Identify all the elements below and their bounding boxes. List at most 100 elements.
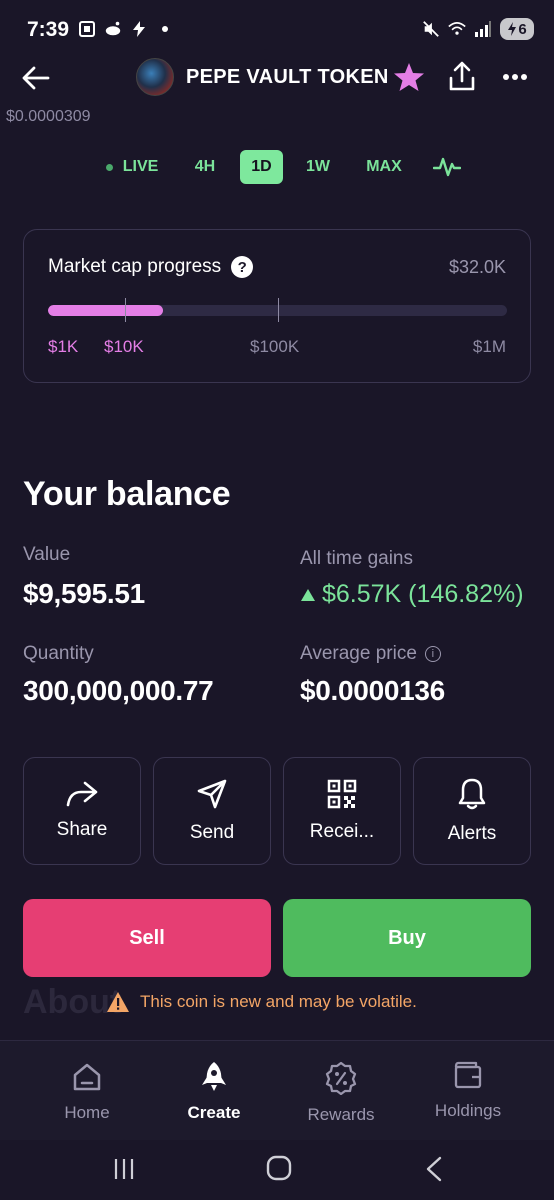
timeframe-tabs: LIVE 4H 1D 1W MAX — [0, 150, 554, 184]
tab-max-label: MAX — [366, 158, 402, 175]
battery-level: 6 — [518, 20, 527, 38]
value-amount: $9,595.51 — [23, 578, 145, 609]
share-arrow-icon — [66, 781, 98, 807]
mc-label-10k: $10K — [104, 337, 144, 356]
wifi-icon — [448, 20, 466, 38]
nav-rewards[interactable]: Rewards — [286, 1061, 396, 1125]
recent-apps-icon — [114, 1159, 134, 1179]
receive-action-button[interactable]: Recei... — [283, 757, 401, 865]
progress-tick-100k — [278, 298, 279, 322]
warning-text: This coin is new and may be volatile. — [140, 992, 417, 1011]
quantity-amount: 300,000,000.77 — [23, 675, 214, 706]
market-cap-title: Market cap progress — [48, 256, 222, 277]
home-icon — [73, 1063, 101, 1091]
bolt-icon — [130, 20, 148, 38]
progress-tick-10k — [125, 298, 126, 322]
price-axis-label: $0.0000309 — [6, 108, 91, 125]
send-action-button[interactable]: Send — [153, 757, 271, 865]
more-options-button[interactable] — [500, 62, 530, 92]
bottom-navigation: Home Create Rewards Holdings — [0, 1040, 554, 1140]
battery-indicator: 6 — [500, 18, 534, 40]
avg-price-label-row: Average price i — [300, 643, 441, 665]
question-icon[interactable]: ? — [231, 256, 254, 278]
status-notification-icons — [78, 20, 174, 38]
tab-1d[interactable]: 1D — [240, 150, 283, 184]
warning-triangle-icon — [107, 992, 129, 1012]
gains-amount: $6.57K (146.82%) — [322, 580, 524, 608]
back-button[interactable] — [18, 60, 54, 96]
share-button[interactable] — [446, 60, 478, 94]
tab-live[interactable]: LIVE — [100, 150, 164, 184]
value-label: Value — [23, 544, 71, 565]
nav-rewards-label: Rewards — [307, 1105, 375, 1124]
avg-price-label: Average price — [300, 643, 417, 664]
chart-type-toggle[interactable] — [430, 150, 464, 184]
upload-icon — [449, 61, 475, 91]
nav-home-label: Home — [64, 1103, 110, 1122]
arrow-left-icon — [22, 66, 50, 90]
market-cap-value: $32.0K — [448, 257, 506, 277]
gains-row: $6.57K (146.82%) — [300, 580, 524, 609]
mute-icon — [422, 20, 440, 38]
alerts-action-label: Alerts — [447, 823, 497, 844]
market-cap-progress-fill — [48, 305, 163, 316]
more-dots-icon — [503, 74, 527, 80]
recent-apps-button[interactable] — [112, 1157, 136, 1186]
token-name: PEPE VAULT TOKEN — [186, 65, 389, 88]
system-navigation-bar — [0, 1140, 554, 1200]
nav-home[interactable]: Home — [32, 1061, 142, 1123]
alerts-action-button[interactable]: Alerts — [413, 757, 531, 865]
status-system-icons: 6 — [422, 18, 534, 40]
triangle-up-icon — [301, 588, 315, 601]
signal-icon — [474, 20, 492, 38]
live-dot-icon — [105, 163, 113, 171]
mc-label-1m: $1M — [472, 337, 506, 356]
avg-price-amount: $0.0000136 — [300, 675, 445, 706]
nav-create-label: Create — [187, 1103, 241, 1122]
nav-holdings-label: Holdings — [434, 1101, 502, 1120]
tab-1d-label: 1D — [251, 158, 272, 175]
qr-code-icon — [327, 779, 357, 809]
rewards-badge-icon — [325, 1061, 357, 1095]
mc-label-100k: $100K — [250, 337, 300, 356]
share-action-label: Share — [56, 819, 108, 840]
home-system-button[interactable] — [266, 1155, 292, 1186]
quantity-label: Quantity — [23, 643, 94, 664]
dot-icon — [156, 20, 174, 38]
gains-label: All time gains — [300, 548, 413, 569]
market-cap-title-row: Market cap progress ? — [48, 256, 254, 278]
token-header: PEPE VAULT TOKEN — [136, 58, 389, 96]
home-circle-icon — [266, 1155, 292, 1181]
nav-create[interactable]: Create — [159, 1061, 269, 1123]
share-action-button[interactable]: Share — [23, 757, 141, 865]
screenshot-icon — [78, 20, 96, 38]
mc-label-1k: $1K — [48, 337, 79, 356]
market-cap-card: Market cap progress ? $32.0K $1K $10K $1… — [23, 229, 531, 383]
star-icon — [394, 63, 424, 91]
buy-button[interactable]: Buy — [283, 899, 531, 977]
chevron-left-icon — [426, 1156, 442, 1182]
token-avatar — [136, 58, 174, 96]
status-time: 7:39 — [27, 18, 70, 41]
tab-4h-label: 4H — [194, 158, 216, 175]
rocket-icon — [202, 1062, 226, 1091]
tab-live-label: LIVE — [122, 158, 159, 175]
balance-title: Your balance — [23, 475, 231, 513]
send-icon — [197, 779, 227, 809]
bell-icon — [458, 778, 486, 810]
wallet-icon — [454, 1061, 482, 1089]
tab-max[interactable]: MAX — [358, 150, 410, 184]
pulse-chart-icon — [433, 157, 461, 177]
tab-1w[interactable]: 1W — [298, 150, 338, 184]
volatility-warning: This coin is new and may be volatile. — [106, 991, 417, 1013]
receive-action-label: Recei... — [309, 821, 375, 842]
reddit-icon — [104, 20, 122, 38]
tab-4h[interactable]: 4H — [186, 150, 224, 184]
favorite-button[interactable] — [393, 61, 425, 93]
tab-1w-label: 1W — [306, 158, 330, 175]
back-system-button[interactable] — [424, 1156, 444, 1187]
send-action-label: Send — [189, 822, 235, 843]
sell-button[interactable]: Sell — [23, 899, 271, 977]
nav-holdings[interactable]: Holdings — [413, 1061, 523, 1121]
info-icon[interactable]: i — [424, 646, 441, 662]
